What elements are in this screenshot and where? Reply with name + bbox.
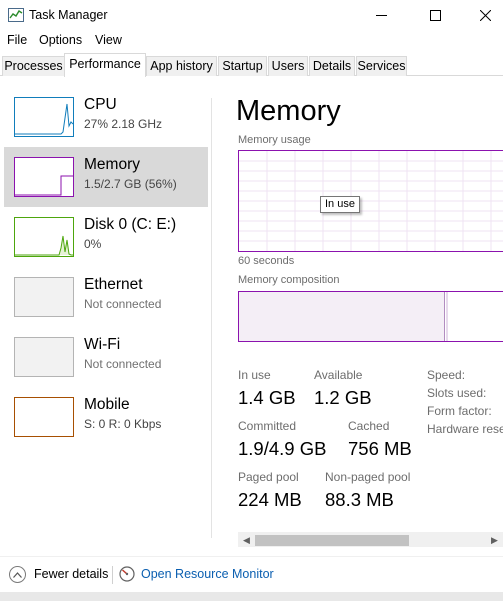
- sidebar-item-title: CPU: [84, 96, 117, 113]
- taskbar-edge: [0, 592, 503, 601]
- scroll-right-arrow-icon[interactable]: ▶: [486, 532, 503, 547]
- sidebar-item-memory[interactable]: Memory 1.5/2.7 GB (56%): [4, 147, 208, 207]
- chevron-up-icon: [13, 571, 22, 578]
- composition-modified-segment: [446, 292, 448, 341]
- memory-sparkline: [15, 175, 73, 196]
- disk-thumbnail-graph: [14, 217, 74, 257]
- scrollbar-thumb[interactable]: [255, 535, 409, 546]
- maximize-icon: [429, 9, 441, 21]
- tab-startup[interactable]: Startup: [218, 56, 267, 76]
- maximize-button[interactable]: [412, 0, 458, 30]
- ethernet-thumbnail-graph: [14, 277, 74, 317]
- scroll-left-arrow-icon[interactable]: ◀: [238, 532, 255, 547]
- memory-detail-pane: Memory Memory usage In use 60 seconds Me…: [212, 77, 503, 547]
- mobile-thumbnail-graph: [14, 397, 74, 437]
- tab-app-history[interactable]: App history: [146, 56, 217, 76]
- resource-monitor-icon[interactable]: [119, 566, 135, 582]
- sidebar-item-subtitle: Not connected: [84, 297, 162, 311]
- available-label: Available: [314, 368, 363, 382]
- page-title: Memory: [236, 95, 341, 127]
- paged-pool-value: 224 MB: [238, 489, 302, 510]
- open-resource-monitor-link[interactable]: Open Resource Monitor: [141, 567, 274, 581]
- fewer-details-toggle[interactable]: [9, 566, 26, 583]
- tab-processes[interactable]: Processes: [2, 56, 65, 76]
- minimize-icon: [375, 14, 387, 16]
- sidebar-item-mobile[interactable]: Mobile S: 0 R: 0 Kbps: [4, 387, 208, 447]
- composition-in-use-segment: [239, 292, 445, 341]
- in-use-tooltip: In use: [320, 196, 360, 213]
- speed-label: Speed:: [427, 368, 466, 382]
- sidebar-item-title: Ethernet: [84, 276, 143, 293]
- form-factor-label: Form factor:: [427, 404, 492, 418]
- tab-bar: Processes Performance App history Startu…: [0, 53, 503, 77]
- cached-label: Cached: [348, 419, 390, 433]
- sidebar-item-title: Wi-Fi: [84, 336, 121, 353]
- memory-usage-graph: [238, 150, 503, 252]
- cached-value: 756 MB: [348, 438, 412, 459]
- menu-bar: File Options View: [0, 30, 503, 52]
- paged-pool-label: Paged pool: [238, 470, 299, 484]
- sidebar-item-subtitle: 1.5/2.7 GB (56%): [84, 177, 177, 191]
- footer-bar: Fewer details Open Resource Monitor: [0, 556, 503, 591]
- resource-sidebar: CPU 27% 2.18 GHz Memory 1.5/2.7 GB (56%)…: [0, 77, 212, 547]
- memory-composition-bar: [238, 291, 503, 342]
- tab-performance[interactable]: Performance: [64, 53, 146, 77]
- tab-users[interactable]: Users: [268, 56, 308, 76]
- menu-file[interactable]: File: [7, 33, 27, 47]
- time-span-label: 60 seconds: [238, 255, 295, 267]
- footer-divider: [112, 566, 113, 584]
- sidebar-item-subtitle: 0%: [84, 237, 102, 251]
- tab-details[interactable]: Details: [309, 56, 355, 76]
- sidebar-item-subtitle: Not connected: [84, 357, 162, 371]
- cpu-sparkline: [15, 103, 73, 135]
- committed-value: 1.9/4.9 GB: [238, 438, 327, 459]
- close-button[interactable]: [462, 0, 503, 30]
- menu-options[interactable]: Options: [39, 33, 82, 47]
- title-bar: Task Manager: [0, 0, 503, 30]
- sidebar-item-subtitle: 27% 2.18 GHz: [84, 117, 163, 131]
- close-icon: [479, 9, 491, 21]
- memory-usage-grid: [239, 151, 503, 251]
- memory-usage-label: Memory usage: [238, 134, 311, 146]
- disk-sparkline: [15, 235, 73, 256]
- sidebar-item-title: Memory: [84, 156, 140, 173]
- memory-composition-label: Memory composition: [238, 274, 340, 286]
- in-use-label: In use: [238, 368, 271, 382]
- minimize-button[interactable]: [358, 0, 404, 30]
- sidebar-item-disk[interactable]: Disk 0 (C: E:) 0%: [4, 207, 208, 267]
- slots-used-label: Slots used:: [427, 386, 487, 400]
- sidebar-item-title: Disk 0 (C: E:): [84, 216, 177, 233]
- menu-view[interactable]: View: [95, 33, 122, 47]
- available-value: 1.2 GB: [314, 387, 372, 408]
- memory-thumbnail-graph: [14, 157, 74, 197]
- hardware-reserved-label: Hardware rese: [427, 422, 503, 436]
- sidebar-item-wifi[interactable]: Wi-Fi Not connected: [4, 327, 208, 387]
- task-manager-icon: [8, 8, 24, 22]
- in-use-value: 1.4 GB: [238, 387, 296, 408]
- sidebar-item-ethernet[interactable]: Ethernet Not connected: [4, 267, 208, 327]
- non-paged-pool-value: 88.3 MB: [325, 489, 394, 510]
- sidebar-item-subtitle: S: 0 R: 0 Kbps: [84, 417, 162, 431]
- non-paged-pool-label: Non-paged pool: [325, 470, 411, 484]
- sidebar-item-cpu[interactable]: CPU 27% 2.18 GHz: [4, 87, 208, 147]
- committed-label: Committed: [238, 419, 297, 433]
- sidebar-item-title: Mobile: [84, 396, 130, 413]
- wifi-thumbnail-graph: [14, 337, 74, 377]
- window-title: Task Manager: [29, 8, 108, 22]
- cpu-thumbnail-graph: [14, 97, 74, 137]
- fewer-details-button[interactable]: Fewer details: [34, 567, 108, 581]
- tab-services[interactable]: Services: [356, 56, 407, 76]
- horizontal-scrollbar[interactable]: ◀ ▶: [238, 532, 503, 547]
